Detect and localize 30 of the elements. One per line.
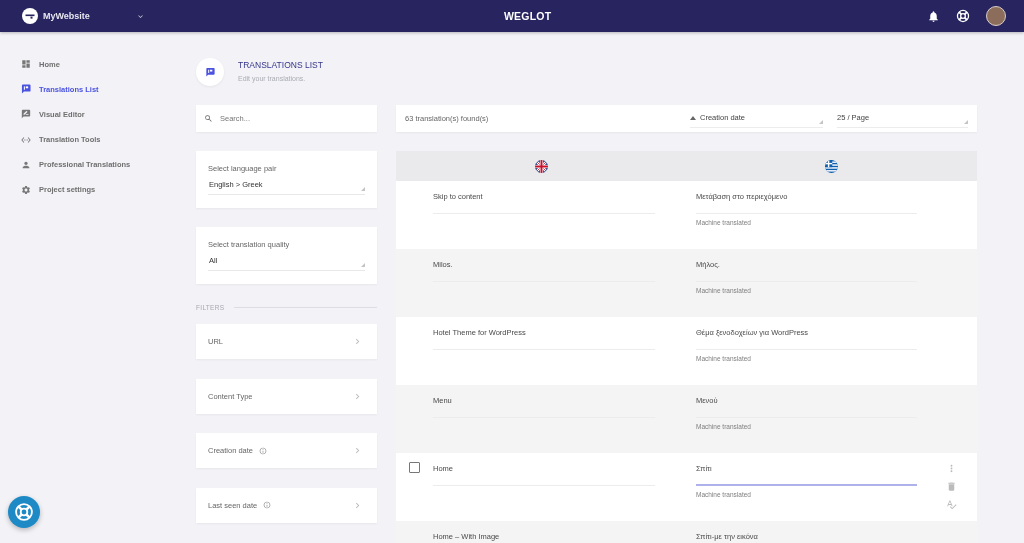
bell-icon <box>927 9 940 23</box>
uk-flag-icon <box>534 159 548 173</box>
person-icon <box>21 159 31 170</box>
lifebuoy-icon <box>14 502 34 522</box>
resize-grip-icon <box>361 187 365 191</box>
logo-icon <box>22 8 38 24</box>
spellcheck-icon <box>945 499 957 510</box>
brand-logo: WEGLOT <box>504 10 552 22</box>
avatar[interactable] <box>986 6 1006 26</box>
resize-grip-icon <box>361 263 365 267</box>
dashboard-icon <box>21 59 31 69</box>
review-bubble-icon <box>21 109 31 120</box>
spellcheck-button[interactable] <box>945 499 957 510</box>
resize-grip-icon <box>819 120 823 124</box>
code-brackets-icon <box>21 134 31 145</box>
site-name[interactable]: MyWebsite <box>43 11 90 21</box>
search-icon <box>204 114 213 123</box>
row-checkbox[interactable] <box>409 462 420 473</box>
help-button[interactable] <box>8 496 40 528</box>
page-title: TRANSLATIONS LIST <box>238 60 323 71</box>
trash-icon <box>945 481 957 492</box>
help-header-button[interactable] <box>956 9 970 23</box>
speech-bubble-icon <box>21 84 31 95</box>
resize-grip-icon <box>964 120 968 124</box>
settings-icon <box>21 184 31 195</box>
notifications-button[interactable] <box>927 9 940 23</box>
sort-up-icon <box>690 116 696 120</box>
speech-bubble-icon <box>196 58 224 86</box>
lifebuoy-icon <box>956 9 970 23</box>
greek-flag-icon <box>825 159 839 173</box>
